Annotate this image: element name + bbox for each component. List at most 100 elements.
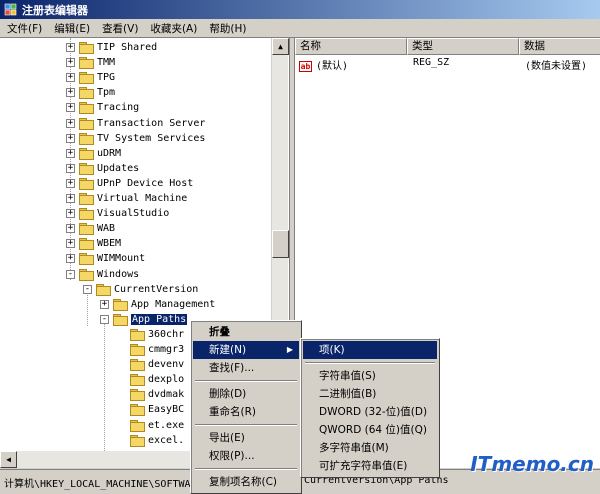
tree-node[interactable]: EasyBC <box>117 402 184 417</box>
tree-node-label[interactable]: cmmgr3 <box>148 344 184 355</box>
tree-node-label[interactable]: TIP Shared <box>97 42 157 53</box>
submenu-item[interactable]: 项(K) <box>303 341 437 359</box>
tree-node-label[interactable]: WAB <box>97 223 115 234</box>
tree-node[interactable]: + Transaction Server <box>66 116 205 131</box>
collapse-icon[interactable]: - <box>100 314 109 324</box>
tree-node[interactable]: dexplo <box>117 372 184 387</box>
expand-icon[interactable]: + <box>66 194 75 203</box>
submenu-item[interactable]: 字符串值(S) <box>303 367 437 385</box>
tree-node[interactable]: dvdmak <box>117 387 184 402</box>
submenu-item[interactable]: 二进制值(B) <box>303 385 437 403</box>
tree-node-label[interactable]: dexplo <box>148 374 184 385</box>
tree-node[interactable]: + WBEM <box>66 236 121 251</box>
tree-node[interactable]: - App Paths <box>100 312 188 327</box>
tree-node-label[interactable]: Tracing <box>97 102 139 113</box>
context-menu-item[interactable]: 重命名(R) <box>193 403 299 421</box>
column-header-name[interactable]: 名称 <box>295 38 407 55</box>
tree-node-label[interactable]: TMM <box>97 57 115 68</box>
column-header-type[interactable]: 类型 <box>407 38 519 55</box>
tree-node-label[interactable]: UPnP Device Host <box>97 178 193 189</box>
tree-node-label[interactable]: App Management <box>131 299 215 310</box>
tree-node-label[interactable]: Virtual Machine <box>97 193 187 204</box>
expand-icon[interactable]: + <box>66 209 75 219</box>
expand-icon[interactable]: + <box>66 254 75 264</box>
tree-node[interactable]: excel. <box>117 433 184 448</box>
scroll-up-icon[interactable]: ▲ <box>272 38 289 55</box>
submenu-item[interactable]: DWORD (32-位)值(D) <box>303 403 437 421</box>
context-menu-item[interactable]: 导出(E) <box>193 429 299 447</box>
tree-node[interactable]: + TIP Shared <box>66 40 157 55</box>
tree-node-label[interactable]: Updates <box>97 163 139 174</box>
tree-node-label[interactable]: et.exe <box>148 420 184 431</box>
tree-node[interactable]: + Virtual Machine <box>66 191 187 206</box>
tree-node-label[interactable]: uDRM <box>97 148 121 159</box>
tree-node[interactable]: + Updates <box>66 161 139 176</box>
tree-node[interactable]: et.exe <box>117 418 184 433</box>
expand-icon[interactable]: + <box>66 73 75 83</box>
tree-node[interactable]: + Tpm <box>66 85 115 100</box>
tree-node-label[interactable]: Transaction Server <box>97 118 205 129</box>
tree-node[interactable]: + WAB <box>66 221 115 236</box>
submenu-item[interactable]: QWORD (64 位)值(Q) <box>303 421 437 439</box>
menu-view[interactable]: 查看(V) <box>98 21 146 36</box>
tree-node[interactable]: - Windows <box>66 267 139 282</box>
expand-icon[interactable]: + <box>66 118 75 128</box>
collapse-icon[interactable]: - <box>66 269 75 279</box>
submenu-item[interactable]: 多字符串值(M) <box>303 439 437 457</box>
scroll-thumb[interactable] <box>272 230 289 258</box>
expand-icon[interactable]: + <box>66 103 75 113</box>
menu-file[interactable]: 文件(F) <box>3 21 50 36</box>
expand-icon[interactable]: + <box>66 239 75 249</box>
tree-node-label[interactable]: WIMMount <box>97 253 145 264</box>
context-menu-item[interactable]: 查找(F)... <box>193 359 299 377</box>
tree-node-label[interactable]: VisualStudio <box>97 208 169 219</box>
expand-icon[interactable]: + <box>66 88 75 98</box>
tree-node[interactable]: 360chr <box>117 327 184 342</box>
tree-node[interactable]: devenv <box>117 357 184 372</box>
expand-icon[interactable]: + <box>100 299 109 309</box>
expand-icon[interactable]: + <box>66 133 75 143</box>
expand-icon[interactable]: + <box>66 178 75 188</box>
column-header-data[interactable]: 数据 <box>519 38 600 55</box>
tree-node[interactable]: + TV System Services <box>66 131 205 146</box>
tree-node[interactable]: + uDRM <box>66 146 121 161</box>
tree-node[interactable]: - CurrentVersion <box>83 282 198 297</box>
tree-node-label[interactable]: excel. <box>148 435 184 446</box>
tree-node[interactable]: + VisualStudio <box>66 206 169 221</box>
menu-edit[interactable]: 编辑(E) <box>50 21 98 36</box>
tree-node[interactable]: + UPnP Device Host <box>66 176 193 191</box>
expand-icon[interactable]: + <box>66 43 75 52</box>
expand-icon[interactable]: + <box>66 58 75 68</box>
collapse-icon[interactable]: - <box>83 284 92 294</box>
context-menu-item[interactable]: 折叠 <box>193 323 299 341</box>
expand-icon[interactable]: + <box>66 224 75 234</box>
tree-node[interactable]: + App Management <box>100 297 215 312</box>
expand-icon[interactable]: + <box>66 148 75 158</box>
submenu-item[interactable]: 可扩充字符串值(E) <box>303 457 437 475</box>
tree-node[interactable]: + Tracing <box>66 100 139 115</box>
tree-node-label[interactable]: Tpm <box>97 87 115 98</box>
value-row-name[interactable]: ab (默认) <box>299 57 348 72</box>
tree-node[interactable]: + TMM <box>66 55 115 70</box>
tree-node-label[interactable]: TPG <box>97 72 115 83</box>
tree-node-label[interactable]: App Paths <box>131 313 188 325</box>
context-menu-item[interactable]: 删除(D) <box>193 385 299 403</box>
context-menu-item[interactable]: 权限(P)... <box>193 447 299 465</box>
tree-node-label[interactable]: CurrentVersion <box>114 284 198 295</box>
tree-node[interactable]: + WIMMount <box>66 251 145 266</box>
tree-node-label[interactable]: TV System Services <box>97 133 205 144</box>
menu-favorites[interactable]: 收藏夹(A) <box>146 21 205 36</box>
tree-node-label[interactable]: 360chr <box>148 329 184 340</box>
scroll-left-icon[interactable]: ◀ <box>0 451 17 468</box>
tree-node-label[interactable]: dvdmak <box>148 389 184 400</box>
menu-help[interactable]: 帮助(H) <box>205 21 254 36</box>
tree-node-label[interactable]: devenv <box>148 359 184 370</box>
tree-node-label[interactable]: WBEM <box>97 238 121 249</box>
tree-node[interactable]: cmmgr3 <box>117 342 184 357</box>
expand-icon[interactable]: + <box>66 163 75 173</box>
context-menu-item[interactable]: 新建(N) ▶ <box>193 341 299 359</box>
tree-node[interactable]: + TPG <box>66 70 115 85</box>
context-menu-item[interactable]: 复制项名称(C) <box>193 473 299 491</box>
tree-node-label[interactable]: EasyBC <box>148 404 184 415</box>
tree-node-label[interactable]: Windows <box>97 269 139 280</box>
